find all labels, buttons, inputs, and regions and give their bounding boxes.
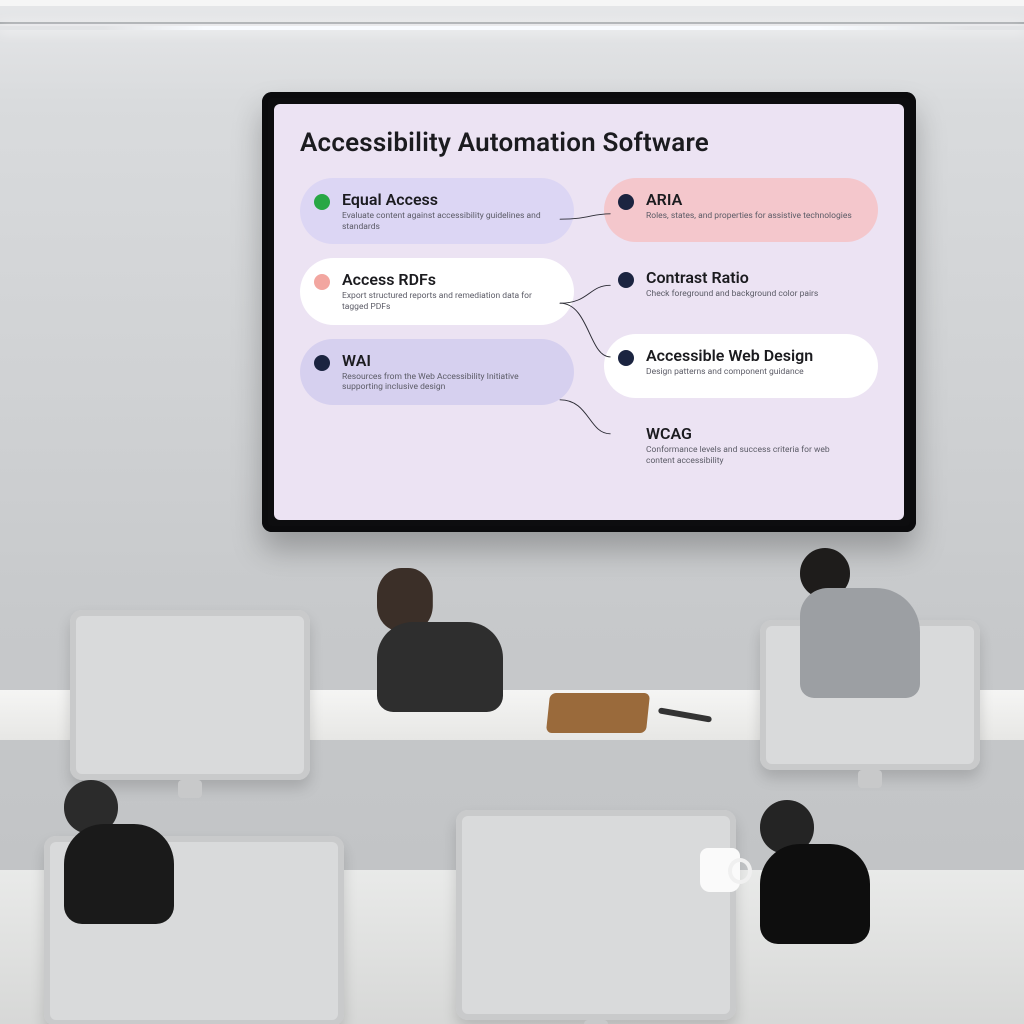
monitor-icon	[456, 810, 736, 1020]
person-seated	[64, 780, 174, 924]
mug-icon	[700, 848, 740, 892]
person-standing	[800, 548, 920, 698]
folder-icon	[546, 693, 650, 733]
foreground-scene	[0, 0, 1024, 1024]
person-seated	[377, 568, 503, 712]
monitor-icon	[70, 610, 310, 780]
person-seated	[760, 800, 870, 944]
